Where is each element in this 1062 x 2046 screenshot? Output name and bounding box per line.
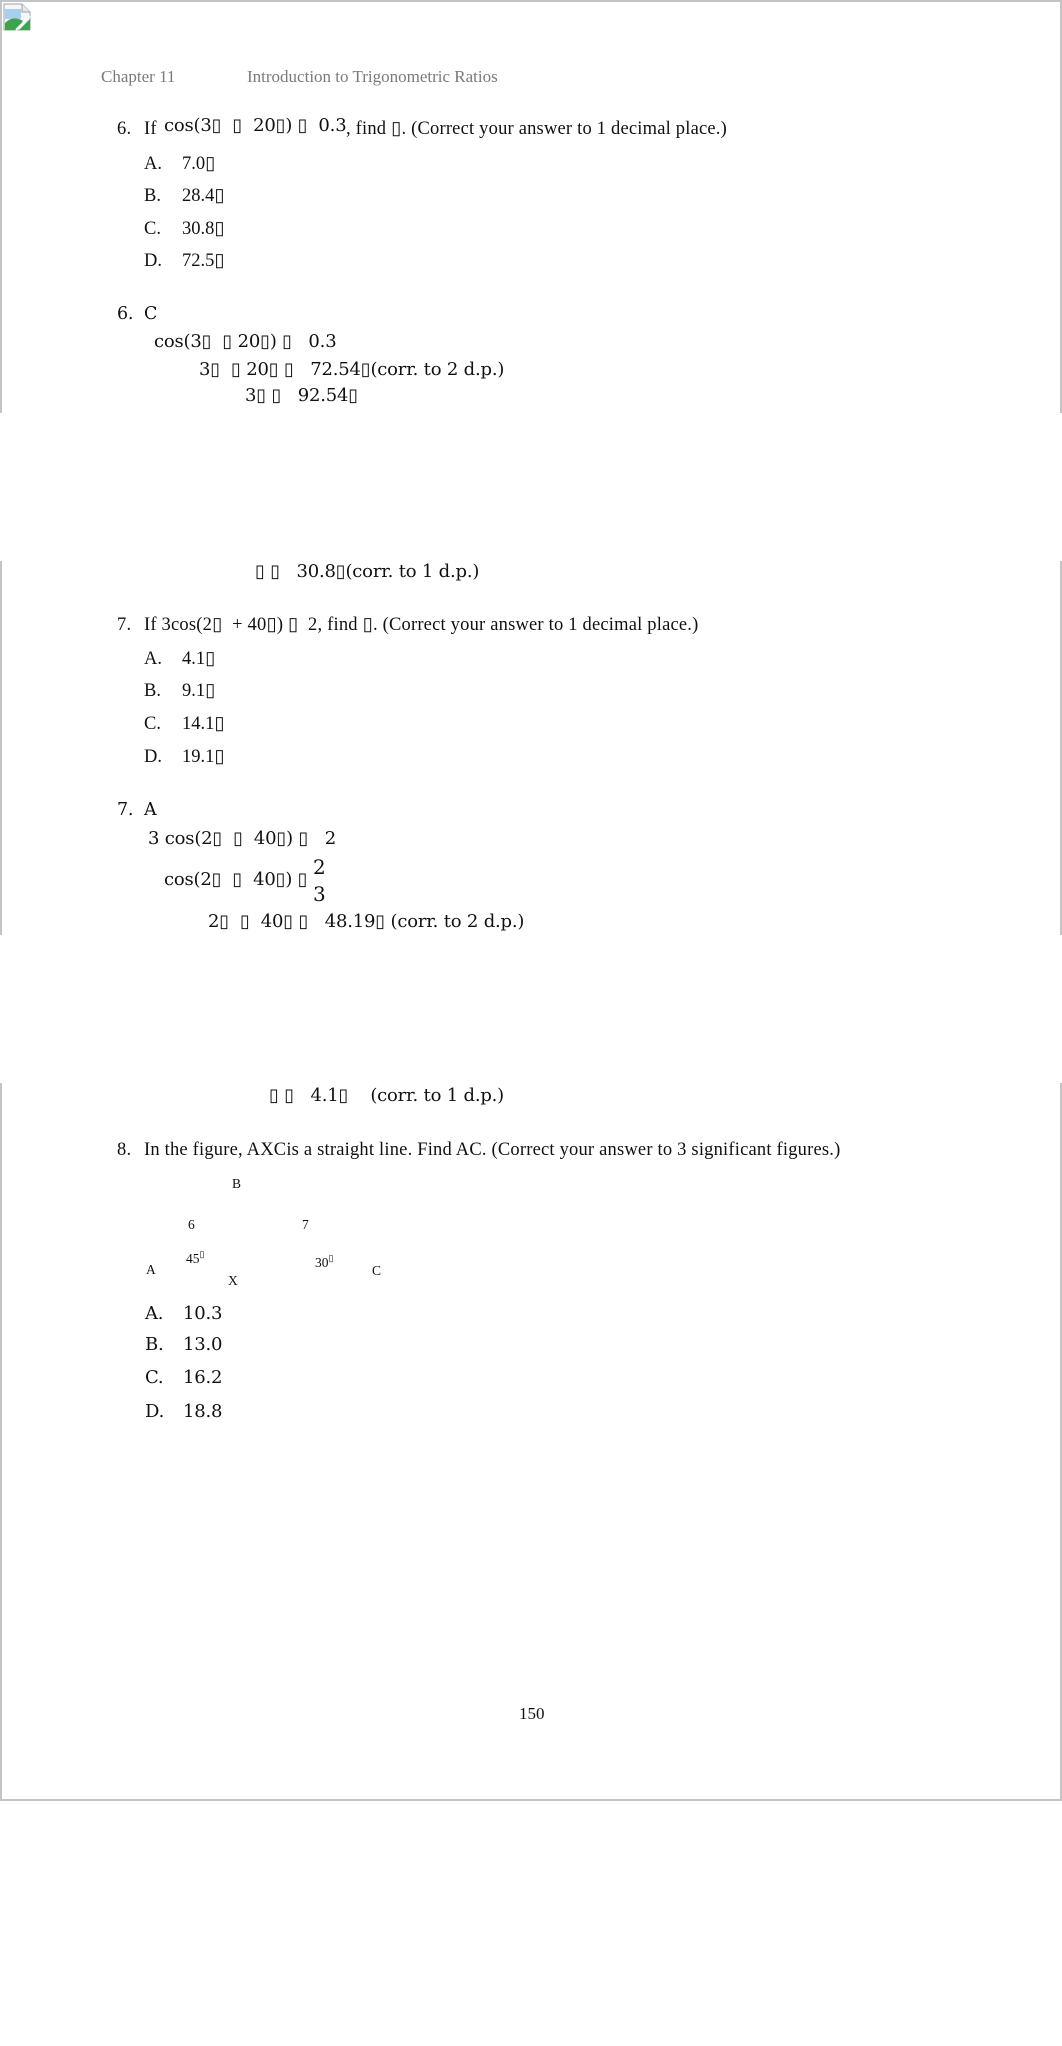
option-value: 13.0 xyxy=(183,1334,223,1355)
angle-label-a: 45▯ xyxy=(186,1249,205,1266)
answer-header: 7. A xyxy=(117,800,157,820)
page-border-left xyxy=(0,561,2,935)
option-value: 18.8 xyxy=(183,1401,223,1422)
option-label: A. xyxy=(144,649,162,669)
working-line: 3▯ ▯ 20▯ ▯ 72.54▯(corr. to 2 d.p.) xyxy=(199,359,505,380)
option-label: C. xyxy=(145,1367,164,1388)
option-value: 9.1▯ xyxy=(182,681,216,701)
page-border-bottom xyxy=(0,1799,1062,1801)
angle-label-c: 30▯ xyxy=(315,1253,334,1270)
option-value: 14.1▯ xyxy=(182,714,225,734)
page-number: 150 xyxy=(519,1704,545,1723)
option-value: 4.1▯ xyxy=(182,649,216,669)
answer-header: 6. C xyxy=(117,304,158,324)
question-number: 6. xyxy=(117,119,132,139)
page-border-left xyxy=(0,0,2,413)
option-value: 72.5▯ xyxy=(182,251,225,271)
side-label-ab: 6 xyxy=(188,1217,195,1232)
question-suffix: , find ▯. (Correct your answer to 1 deci… xyxy=(346,119,727,139)
working-line: cos(3▯ ▯ 20▯) ▯ 0.3 xyxy=(154,331,337,352)
option-c[interactable]: C. 14.1▯ xyxy=(144,715,225,734)
option-label: B. xyxy=(144,681,161,701)
broken-image-icon xyxy=(3,3,31,31)
chapter-label: Chapter 11 xyxy=(101,67,176,86)
option-label: D. xyxy=(144,747,162,767)
fraction-numerator: 2 xyxy=(313,855,326,879)
option-label: B. xyxy=(144,186,161,206)
option-b[interactable]: B. 13.0 xyxy=(145,1336,222,1354)
option-label: C. xyxy=(144,714,161,734)
question-prefix: If xyxy=(144,119,157,139)
vertex-label-b: B xyxy=(232,1176,242,1191)
option-c[interactable]: C. 30.8▯ xyxy=(144,220,225,239)
option-a[interactable]: A. 4.1▯ xyxy=(144,650,215,669)
working-line: ▯ ▯ 4.1▯ (corr. to 1 d.p.) xyxy=(269,1085,505,1106)
page-border-top xyxy=(0,0,1062,2)
working-line: 3▯ ▯ 92.54▯ xyxy=(245,385,358,406)
question-number: 7. xyxy=(117,615,132,635)
point-label-x: X xyxy=(228,1273,238,1288)
question-expression: cos(3▯ ▯ 20▯) ▯ 0.3 xyxy=(164,115,347,136)
option-label: A. xyxy=(144,154,162,174)
working-line: cos(2▯ ▯ 40▯) ▯ xyxy=(164,869,308,890)
vertex-label-a: A xyxy=(146,1262,156,1277)
option-label: D. xyxy=(144,251,162,271)
option-value: 28.4▯ xyxy=(182,186,225,206)
working-line: 3 cos(2▯ ▯ 40▯) ▯ 2 xyxy=(148,828,336,849)
option-d[interactable]: D. 18.8 xyxy=(145,1403,222,1421)
question-text: In the figure, AXCis a straight line. Fi… xyxy=(144,1140,841,1160)
option-b[interactable]: B. 9.1▯ xyxy=(144,682,215,701)
question-text: If 3cos(2▯ + 40▯) ▯ 2, find ▯. (Correct … xyxy=(144,615,699,635)
option-label: C. xyxy=(144,219,161,239)
option-value: 10.3 xyxy=(183,1303,223,1324)
side-label-bc: 7 xyxy=(302,1217,309,1232)
option-a[interactable]: A. 7.0▯ xyxy=(144,155,215,174)
option-value: 19.1▯ xyxy=(182,747,225,767)
working-line: ▯ ▯ 30.8▯(corr. to 1 d.p.) xyxy=(255,561,480,582)
vertex-label-c: C xyxy=(372,1263,382,1278)
option-c[interactable]: C. 16.2 xyxy=(145,1369,222,1387)
question-number: 8. xyxy=(117,1140,132,1160)
fraction-denominator: 3 xyxy=(313,882,326,906)
option-value: 30.8▯ xyxy=(182,219,225,239)
option-label: A. xyxy=(145,1303,164,1324)
option-b[interactable]: B. 28.4▯ xyxy=(144,187,225,206)
working-line: 2▯ ▯ 40▯ ▯ 48.19▯ (corr. to 2 d.p.) xyxy=(208,911,525,932)
option-d[interactable]: D. 72.5▯ xyxy=(144,252,225,271)
option-a[interactable]: A. 10.3 xyxy=(145,1305,222,1323)
option-label: B. xyxy=(145,1334,164,1355)
page-border-left xyxy=(0,1083,2,1801)
chapter-title: Introduction to Trigonometric Ratios xyxy=(247,67,498,86)
option-d[interactable]: D. 19.1▯ xyxy=(144,748,225,767)
option-label: D. xyxy=(145,1401,165,1422)
option-value: 16.2 xyxy=(183,1367,223,1388)
option-value: 7.0▯ xyxy=(182,154,216,174)
